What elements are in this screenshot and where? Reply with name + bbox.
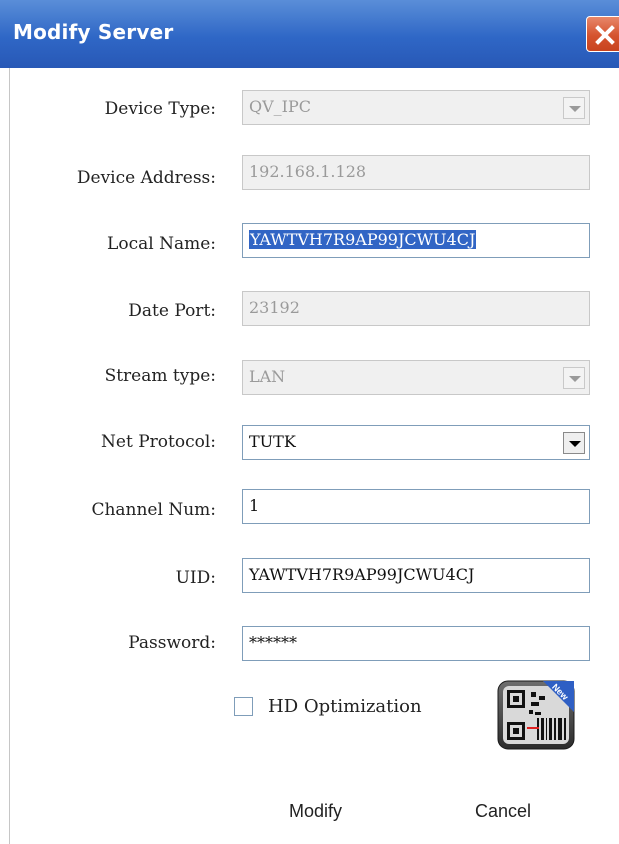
- local-name-label: Local Name:: [107, 234, 216, 254]
- chevron-down-icon: [563, 97, 585, 119]
- hd-optimization-checkbox[interactable]: [234, 697, 253, 716]
- device-address-value: 192.168.1.128: [249, 162, 367, 181]
- net-protocol-label: Net Protocol:: [101, 432, 216, 452]
- window-title: Modify Server: [13, 20, 174, 44]
- password-input[interactable]: ******: [242, 626, 590, 661]
- net-protocol-select[interactable]: TUTK: [242, 425, 590, 460]
- date-port-value: 23192: [249, 298, 300, 317]
- local-name-input[interactable]: YAWTVH7R9AP99JCWU4CJ: [242, 223, 590, 258]
- stream-type-select: LAN: [242, 360, 590, 395]
- qr-code-icon: New: [497, 680, 575, 750]
- device-type-select: QV_IPC: [242, 90, 590, 125]
- date-port-label: Date Port:: [128, 301, 216, 321]
- hd-optimization-label: HD Optimization: [268, 696, 422, 717]
- device-type-label: Device Type:: [104, 99, 216, 119]
- close-icon: [595, 25, 615, 45]
- modify-button[interactable]: Modify: [283, 800, 348, 823]
- local-name-value: YAWTVH7R9AP99JCWU4CJ: [249, 230, 477, 249]
- net-protocol-value: TUTK: [249, 432, 296, 451]
- date-port-field: 23192: [242, 291, 590, 326]
- device-address-field: 192.168.1.128: [242, 155, 590, 190]
- password-label: Password:: [128, 633, 216, 653]
- channel-num-input[interactable]: 1: [242, 489, 590, 524]
- modify-server-dialog: Modify Server Device Type: QV_IPC Device…: [0, 0, 619, 844]
- uid-value: YAWTVH7R9AP99JCWU4CJ: [249, 565, 475, 584]
- device-address-label: Device Address:: [76, 168, 216, 188]
- chevron-down-icon[interactable]: [563, 432, 585, 454]
- device-type-value: QV_IPC: [249, 97, 311, 116]
- password-value: ******: [249, 633, 297, 652]
- stream-type-label: Stream type:: [104, 366, 216, 386]
- uid-input[interactable]: YAWTVH7R9AP99JCWU4CJ: [242, 558, 590, 593]
- close-button[interactable]: [586, 16, 619, 52]
- channel-num-label: Channel Num:: [91, 500, 216, 520]
- uid-label: UID:: [175, 568, 216, 588]
- chevron-down-icon: [563, 367, 585, 389]
- cancel-button[interactable]: Cancel: [469, 800, 537, 823]
- title-bar[interactable]: Modify Server: [0, 0, 619, 68]
- channel-num-value: 1: [249, 496, 260, 515]
- stream-type-value: LAN: [249, 367, 286, 386]
- qr-scan-button[interactable]: New: [497, 680, 575, 750]
